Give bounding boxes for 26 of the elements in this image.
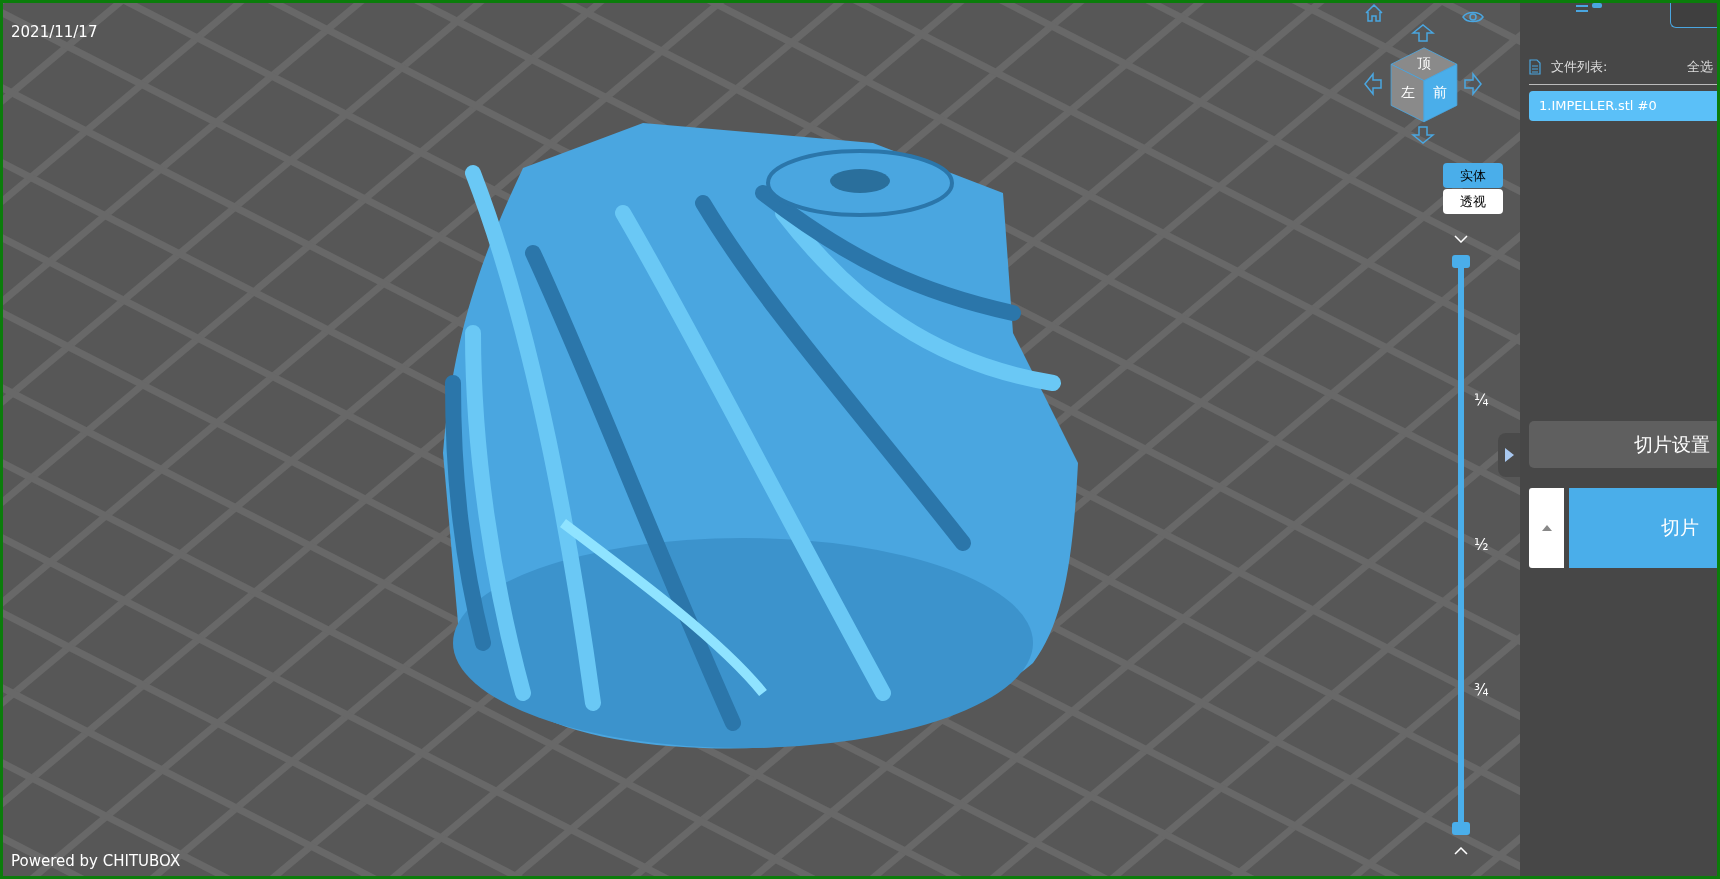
home-icon[interactable] <box>1364 4 1384 22</box>
slider-fill[interactable] <box>1452 255 1470 835</box>
credit-label: Powered by CHITUBOX <box>11 852 181 870</box>
panel-tab[interactable] <box>1670 3 1717 28</box>
tick-label: ¼ <box>1474 391 1489 409</box>
chevron-down-icon[interactable] <box>1454 235 1468 243</box>
menu-icon[interactable] <box>1576 3 1604 13</box>
tick-label: ½ <box>1474 536 1489 554</box>
view-mode-button[interactable]: 透视 <box>1443 189 1503 214</box>
arrow-right-icon[interactable] <box>1464 72 1482 96</box>
triangle-right-icon <box>1504 448 1514 462</box>
triangle-up-icon <box>1541 525 1552 531</box>
tick-label: ¾ <box>1474 681 1489 699</box>
file-list-label: 文件列表: <box>1551 58 1609 76</box>
arrow-down-icon[interactable] <box>1411 126 1435 144</box>
view-mode-button[interactable]: 实体 <box>1443 163 1503 188</box>
eye-icon[interactable] <box>1462 10 1484 24</box>
3d-viewport[interactable]: 2021/11/17 Powered by CHITUBOX 顶 左 前 实体 透视 ¼ ½ ¾ <box>3 3 1520 876</box>
arrow-left-icon[interactable] <box>1364 72 1382 96</box>
collapse-tab[interactable] <box>1498 433 1520 477</box>
date-label: 2021/11/17 <box>11 23 98 41</box>
document-icon <box>1529 59 1541 75</box>
select-all-link[interactable]: 全选 <box>1687 58 1713 76</box>
slice-settings-button[interactable]: 切片设置 <box>1529 421 1717 468</box>
chevron-up-icon[interactable] <box>1454 847 1468 855</box>
arrow-up-icon[interactable] <box>1411 24 1435 42</box>
